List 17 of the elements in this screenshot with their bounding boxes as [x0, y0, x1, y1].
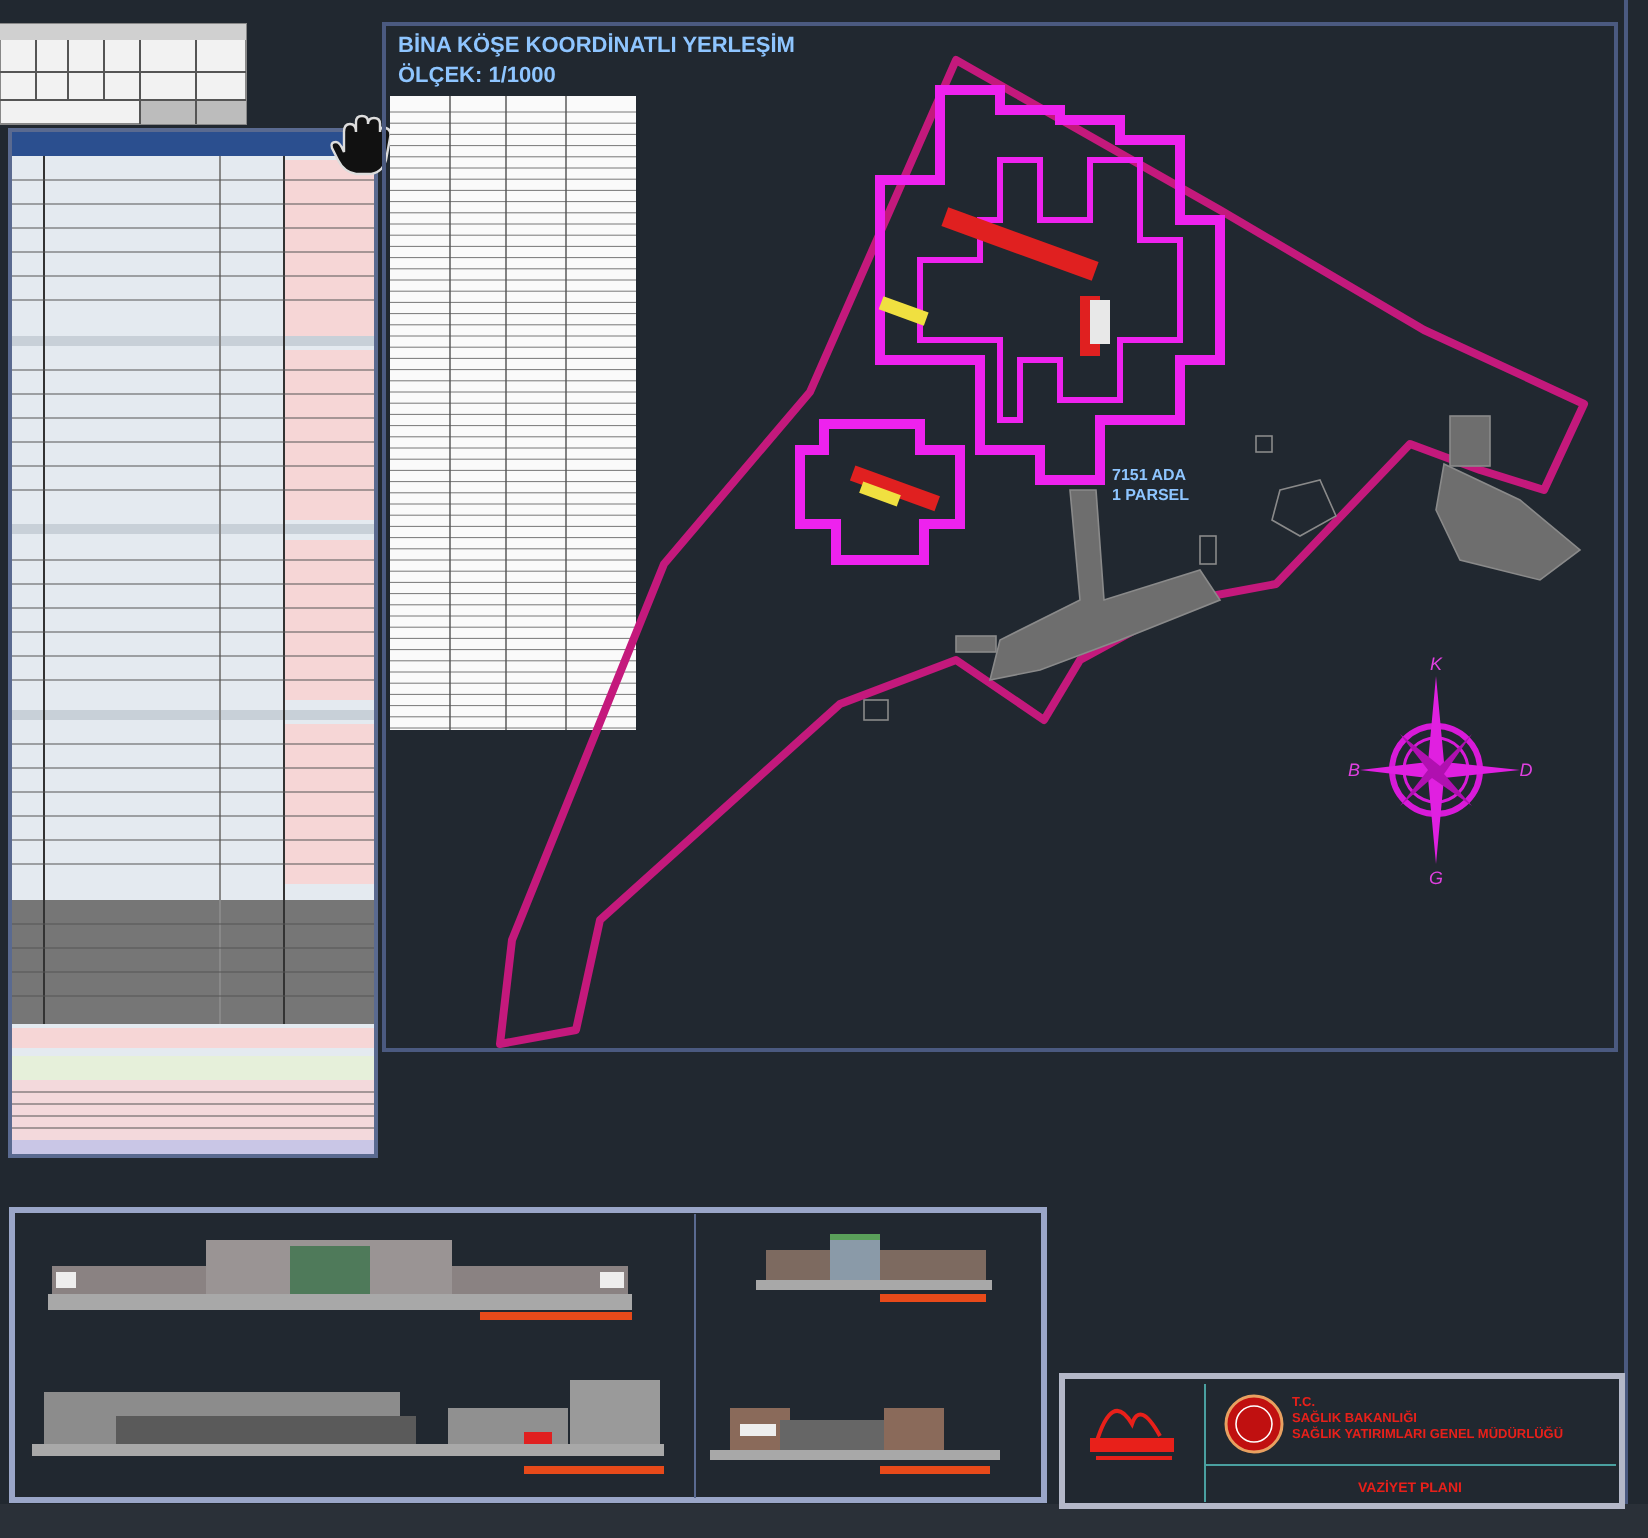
existing-building-drawing [863, 699, 889, 721]
label-bar [524, 1466, 664, 1474]
compass-letter: G [1429, 868, 1443, 888]
logo-drawing [1090, 1409, 1174, 1460]
plan-scale: ÖLÇEK: 1/1000 [398, 64, 556, 88]
existing-building-drawing [1255, 435, 1273, 453]
compass-letter: K [1430, 654, 1442, 674]
label-bar [880, 1294, 986, 1302]
parcel-label: 7151 ADA [1112, 466, 1187, 484]
label-bar [880, 1466, 990, 1474]
hand-cursor-icon [330, 114, 392, 176]
compass-letter: D [1519, 760, 1533, 780]
plan-title: BİNA KÖŞE KOORDİNATLI YERLEŞİM [398, 34, 795, 58]
compass-letter: B [1348, 760, 1360, 780]
emblem-drawing [1224, 1394, 1284, 1454]
parcel-label: 1 PARSEL [1112, 486, 1190, 504]
existing-building-drawing [1271, 479, 1338, 537]
